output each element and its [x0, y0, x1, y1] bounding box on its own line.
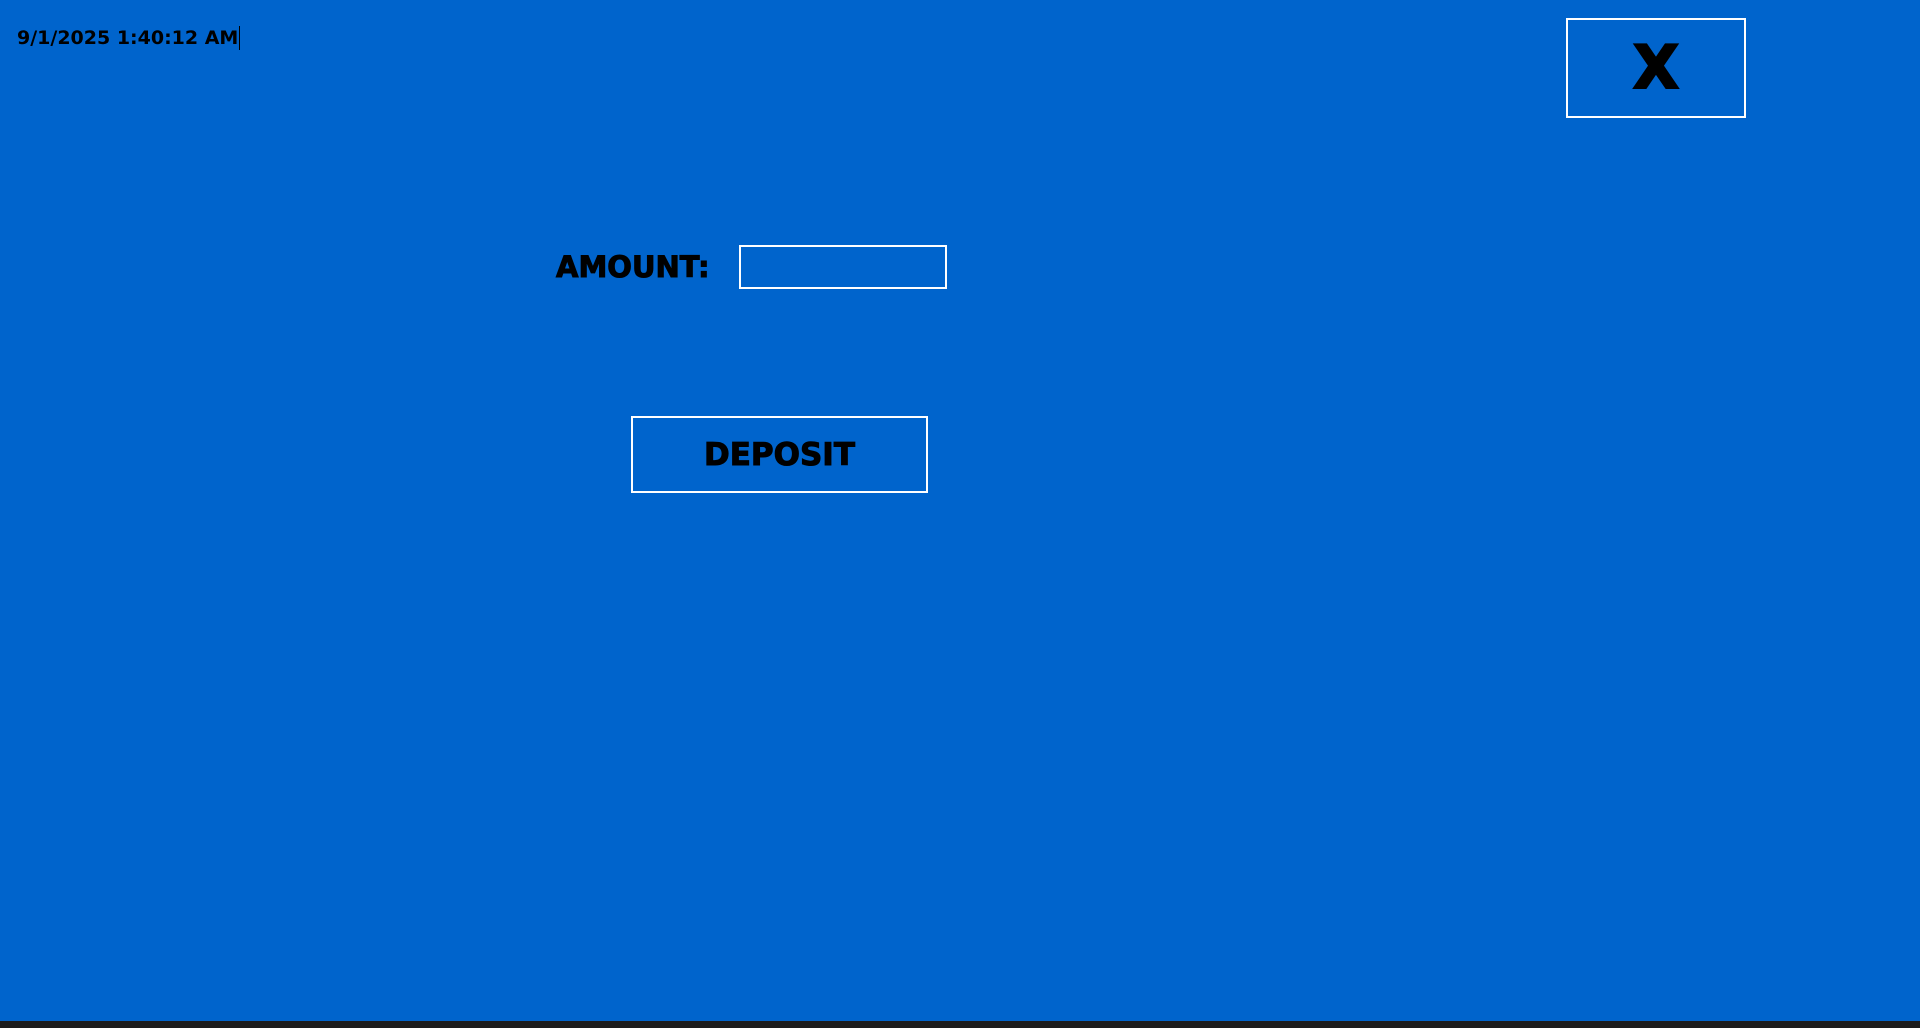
- amount-label: AMOUNT:: [556, 250, 711, 285]
- amount-input[interactable]: [739, 245, 947, 289]
- deposit-button[interactable]: DEPOSIT: [631, 416, 928, 493]
- taskbar-strip: [0, 1021, 1920, 1028]
- datetime-display: 9/1/2025 1:40:12 AM: [17, 26, 241, 50]
- close-button[interactable]: X: [1566, 18, 1746, 118]
